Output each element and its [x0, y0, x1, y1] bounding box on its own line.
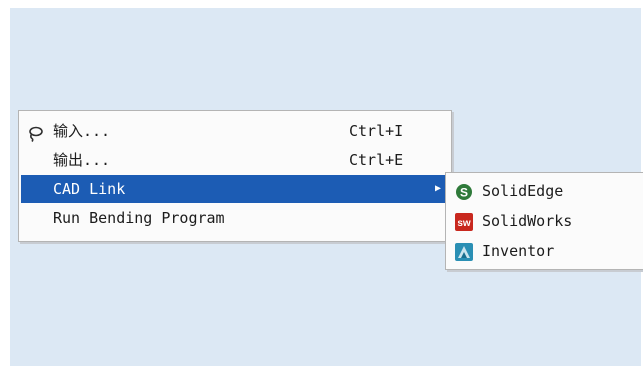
- svg-text:sw: sw: [457, 218, 471, 229]
- menu-item-label: Run Bending Program: [53, 209, 225, 227]
- lasso-import-icon: [27, 123, 43, 142]
- submenu-item-inventor[interactable]: Inventor: [448, 237, 642, 265]
- inventor-icon: [455, 242, 473, 261]
- solidedge-icon: S: [455, 182, 473, 200]
- cad-link-submenu: S SolidEdge sw SolidWorks Inventor: [445, 172, 643, 270]
- solidworks-icon: sw: [455, 212, 473, 231]
- submenu-item-label: SolidWorks: [482, 212, 573, 230]
- submenu-item-solidworks[interactable]: sw SolidWorks: [448, 207, 642, 235]
- menu-item-label: 输出...: [53, 151, 111, 169]
- menu-item-run-bending-program[interactable]: Run Bending Program: [21, 204, 449, 232]
- submenu-item-solidedge[interactable]: S SolidEdge: [448, 177, 642, 205]
- svg-text:S: S: [460, 186, 468, 200]
- submenu-item-label: SolidEdge: [482, 182, 564, 200]
- menu-item-label: 输入...: [53, 122, 111, 140]
- submenu-arrow-icon: ▶: [434, 183, 441, 194]
- menu-item-label: CAD Link: [53, 180, 126, 198]
- menu-item-shortcut: Ctrl+I: [349, 122, 404, 140]
- menu-item-import[interactable]: 输入... Ctrl+I: [21, 117, 449, 145]
- file-context-menu: 输入... Ctrl+I 输出... Ctrl+E CAD Link ▶ Run…: [18, 110, 452, 242]
- menu-item-export[interactable]: 输出... Ctrl+E: [21, 146, 449, 174]
- menu-item-shortcut: Ctrl+E: [349, 151, 404, 169]
- menu-item-cad-link[interactable]: CAD Link ▶: [21, 175, 449, 203]
- submenu-item-label: Inventor: [482, 242, 555, 260]
